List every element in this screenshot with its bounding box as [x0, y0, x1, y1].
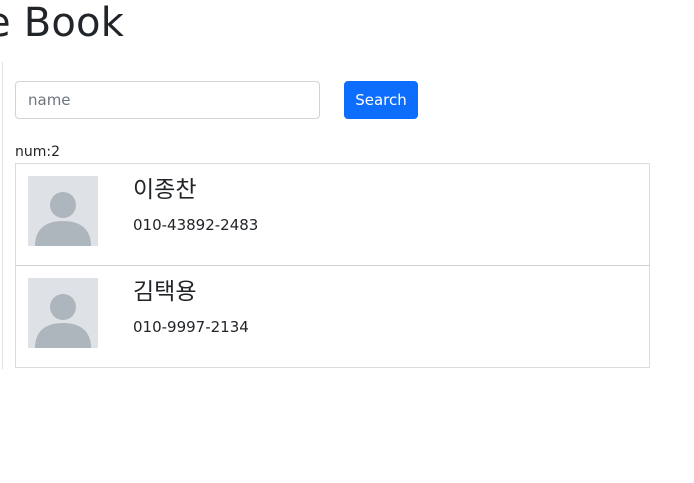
result-count: num:2: [15, 144, 61, 160]
contact-name: 이종찬: [133, 177, 197, 203]
contact-list-item[interactable]: 김택용 010-9997-2134: [15, 265, 650, 368]
page-title: e Book: [0, 0, 125, 46]
contact-list: 이종찬 010-43892-2483 김택용 010-9997-2134: [15, 163, 650, 368]
contact-name: 김택용: [133, 279, 197, 305]
page: e Book Search num:2 이종찬 010-43892-2483 김: [0, 0, 694, 483]
contact-phone: 010-43892-2483: [133, 216, 259, 234]
contact-phone: 010-9997-2134: [133, 318, 249, 336]
search-button[interactable]: Search: [344, 81, 418, 119]
content-divider: [2, 62, 3, 369]
person-icon: [28, 176, 98, 246]
search-input[interactable]: [15, 81, 320, 119]
person-icon: [28, 278, 98, 348]
contact-list-item[interactable]: 이종찬 010-43892-2483: [15, 163, 650, 266]
